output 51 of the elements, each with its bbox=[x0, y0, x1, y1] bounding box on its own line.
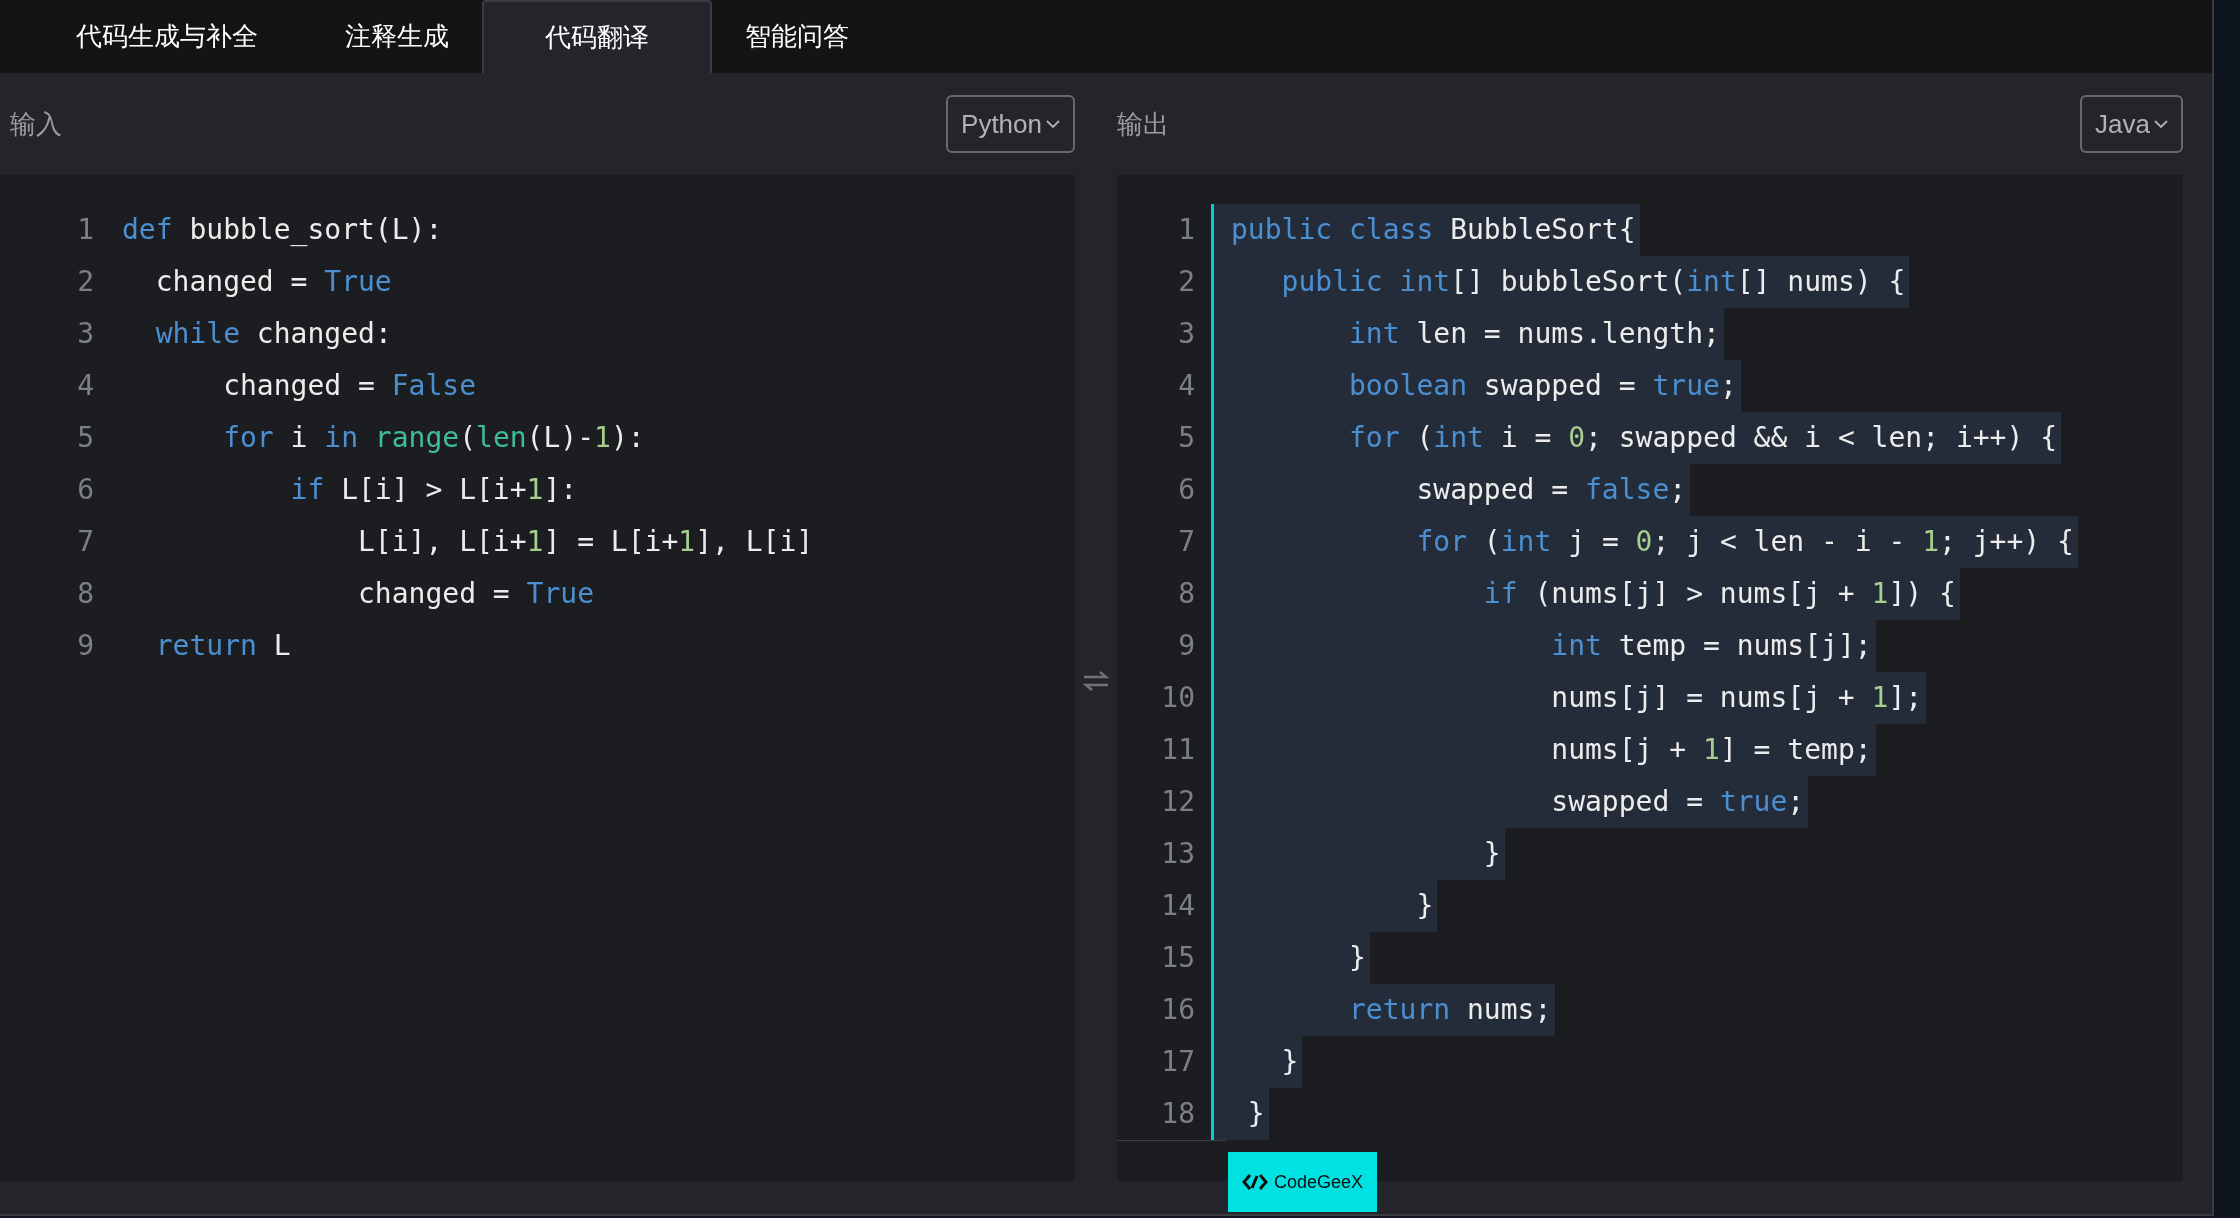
line-number: 5 bbox=[1177, 420, 1196, 456]
line-number: 7 bbox=[76, 524, 94, 560]
line-number: 15 bbox=[1160, 940, 1196, 976]
code-line: while changed: bbox=[154, 316, 392, 352]
code-line: changed = True bbox=[357, 576, 594, 612]
code-line: for i in range(len(L)-1): bbox=[222, 420, 645, 456]
code-line: changed = True bbox=[154, 264, 392, 300]
line-number: 2 bbox=[76, 264, 94, 300]
chevron-icon bbox=[1046, 119, 1060, 129]
tab[interactable]: 代码翻译 bbox=[482, 0, 712, 73]
line-number: 13 bbox=[1160, 836, 1196, 872]
panel-label: 输出 bbox=[1117, 107, 1169, 141]
chevron-icon bbox=[2154, 119, 2168, 129]
line-number: 3 bbox=[1177, 316, 1196, 352]
line-number: 18 bbox=[1160, 1096, 1196, 1132]
code-editor[interactable]: 1 def bubble_sort(L): 2 changed = True 3 while changed: 4 changed = False 5 for i in range(len(L)-1): 6 if L[i] > L[i+1]: 7 L[i], L[i+1] = L[i+1], L[i] 8 changed = True 9 return L bbox=[0, 175, 1075, 1181]
panel-label: 输入 bbox=[10, 107, 62, 141]
line-number: 10 bbox=[1160, 680, 1196, 716]
language-dropdown[interactable]: Python bbox=[946, 95, 1075, 153]
code-line: if L[i] > L[i+1]: bbox=[289, 472, 578, 508]
line-number: 14 bbox=[1160, 888, 1196, 924]
line-number: 6 bbox=[1177, 472, 1196, 508]
line-number: 4 bbox=[76, 368, 94, 404]
line-number: 12 bbox=[1160, 784, 1196, 820]
line-number: 3 bbox=[76, 316, 94, 352]
tab[interactable]: 注释生成 bbox=[312, 0, 482, 73]
brand-badge[interactable]: CodeGeeX bbox=[1228, 1152, 1378, 1212]
line-number: 8 bbox=[76, 576, 94, 612]
line-number: 1 bbox=[76, 212, 94, 248]
line-number: 9 bbox=[76, 628, 94, 664]
line-number: 8 bbox=[1177, 576, 1196, 612]
logo-icon bbox=[1242, 1173, 1268, 1191]
line-number: 4 bbox=[1177, 368, 1196, 404]
line-number: 16 bbox=[1160, 992, 1196, 1028]
line-number: 2 bbox=[1177, 264, 1196, 300]
language-dropdown[interactable]: Java bbox=[2080, 95, 2183, 153]
brand-name: CodeGeeX bbox=[1274, 1170, 1364, 1194]
line-number: 11 bbox=[1160, 732, 1196, 768]
line-number: 9 bbox=[1177, 628, 1196, 664]
swap-icon[interactable] bbox=[1082, 669, 1110, 692]
tab[interactable]: 代码生成与补全 bbox=[22, 0, 312, 73]
tab[interactable]: 智能问答 bbox=[712, 0, 882, 73]
code-line: def bubble_sort(L): bbox=[122, 212, 443, 248]
line-number: 1 bbox=[1177, 212, 1196, 248]
code-line: changed = False bbox=[222, 368, 476, 404]
line-number: 5 bbox=[76, 420, 94, 456]
line-number: 7 bbox=[1177, 524, 1196, 560]
line-number: 6 bbox=[76, 472, 94, 508]
code-line: L[i], L[i+1] = L[i+1], L[i] bbox=[357, 524, 814, 560]
line-number: 17 bbox=[1160, 1044, 1196, 1080]
code-line: return L bbox=[154, 628, 291, 664]
